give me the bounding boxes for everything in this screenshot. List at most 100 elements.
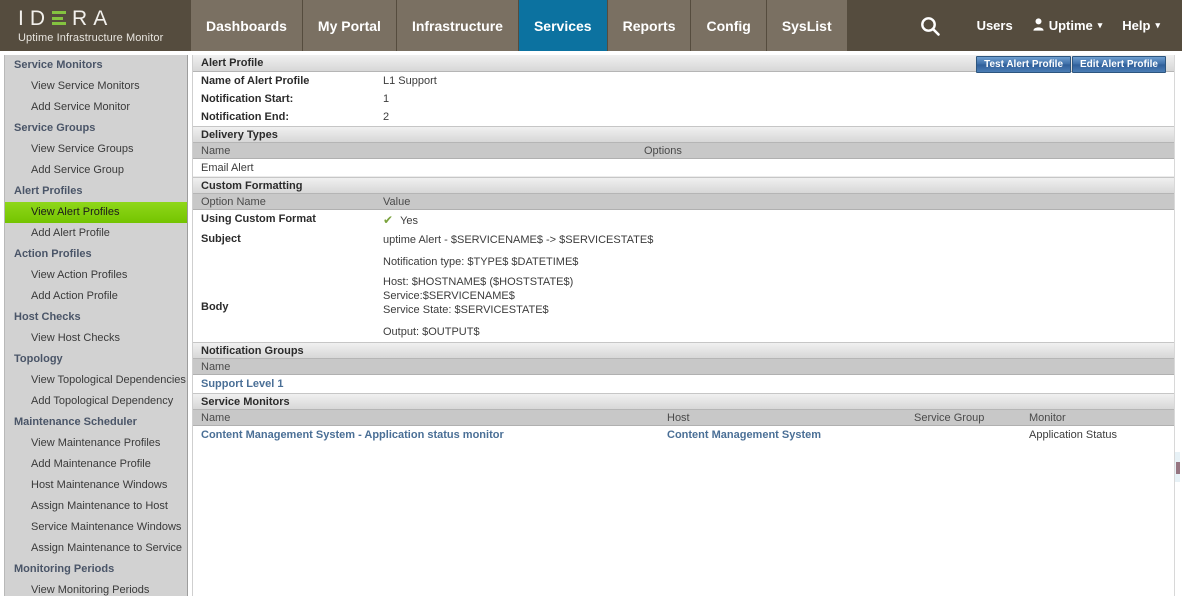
sidebar-group-action-profiles: Action Profiles — [14, 248, 92, 260]
sidebar-group-alert-profiles: Alert Profiles — [14, 185, 83, 197]
nav-tab-services[interactable]: Services — [518, 0, 608, 51]
field-label-subject: Subject — [201, 233, 241, 245]
field-label-name-of-alert-profile: Name of Alert Profile — [201, 75, 310, 87]
nav-tab-infrastructure[interactable]: Infrastructure — [396, 0, 519, 51]
field-label-notification-end: Notification End: — [201, 111, 289, 123]
account-menu[interactable]: Uptime ▾ — [1025, 17, 1111, 34]
field-label-using-custom-format: Using Custom Format — [201, 213, 316, 225]
notification-group-link[interactable]: Support Level 1 — [201, 375, 284, 393]
logo-letter-d: D — [29, 6, 52, 30]
help-label: Help — [1122, 18, 1151, 33]
sidebar-item-view-alert-profiles[interactable]: View Alert Profiles — [5, 202, 187, 223]
body-line-2: Service:$SERVICENAME$ — [383, 290, 515, 302]
sidebar-item-view-action-profiles[interactable]: View Action Profiles — [5, 265, 187, 286]
section-header-delivery-types: Delivery Types — [193, 126, 1174, 143]
header-utility-bar: Users Uptime ▾ Help ▾ — [915, 0, 1182, 51]
nav-tab-dashboards[interactable]: Dashboards — [190, 0, 303, 51]
sidebar-item-view-host-checks[interactable]: View Host Checks — [5, 328, 187, 349]
table-row-delivery-type: Email Alert — [193, 159, 1174, 177]
field-value-name-of-alert-profile: L1 Support — [383, 75, 437, 87]
sidebar-item-add-topological-dependency[interactable]: Add Topological Dependency — [5, 391, 187, 412]
body-line-1: Host: $HOSTNAME$ ($HOSTSTATE$) — [383, 276, 574, 288]
logo-wordmark: IDRA — [18, 8, 190, 29]
column-label-sm-host: Host — [667, 412, 690, 424]
service-monitor-host-link[interactable]: Content Management System — [667, 426, 821, 444]
section-header-alert-profile: Alert Profile Test Alert Profile Edit Al… — [193, 55, 1174, 73]
users-link[interactable]: Users — [969, 18, 1021, 33]
sidebar-item-add-maintenance-profile[interactable]: Add Maintenance Profile — [5, 454, 187, 475]
column-label-sm-service-group: Service Group — [914, 412, 985, 424]
sidebar-group-service-groups: Service Groups — [14, 122, 96, 134]
sidebar-item-view-monitoring-periods[interactable]: View Monitoring Periods — [5, 580, 187, 596]
person-icon — [1033, 17, 1044, 34]
edit-alert-profile-button[interactable]: Edit Alert Profile — [1072, 56, 1166, 73]
sidebar-item-add-service-group[interactable]: Add Service Group — [5, 160, 187, 181]
field-label-notification-start: Notification Start: — [201, 93, 294, 105]
main-navigation: Dashboards My Portal Infrastructure Serv… — [190, 0, 848, 51]
sidebar-item-add-service-monitor[interactable]: Add Service Monitor — [5, 97, 187, 118]
column-label-sm-name: Name — [201, 412, 231, 424]
sidebar-item-assign-maintenance-to-service[interactable]: Assign Maintenance to Service — [5, 538, 187, 559]
column-label-value: Value — [383, 196, 411, 208]
section-header-custom-formatting: Custom Formatting — [193, 177, 1174, 194]
column-label-sm-monitor: Monitor — [1029, 412, 1066, 424]
sidebar-item-view-topological-dependencies[interactable]: View Topological Dependencies — [5, 370, 187, 391]
service-monitor-monitor: Application Status — [1029, 429, 1118, 441]
field-value-notification-end: 2 — [383, 111, 390, 123]
body-output-line: Output: $OUTPUT$ — [383, 326, 480, 338]
field-value-using-custom-format: ✔ Yes — [383, 210, 418, 230]
sidebar-item-service-maintenance-windows[interactable]: Service Maintenance Windows — [5, 517, 187, 538]
section-title-alert-profile: Alert Profile — [201, 57, 264, 69]
nav-tab-syslist[interactable]: SysList — [766, 0, 848, 51]
nav-tab-reports[interactable]: Reports — [607, 0, 692, 51]
logo-subtitle: Uptime Infrastructure Monitor — [18, 31, 164, 44]
sidebar-group-topology: Topology — [14, 353, 63, 365]
logo-letter-r: R — [72, 6, 94, 30]
service-monitor-name-link[interactable]: Content Management System - Application … — [201, 426, 504, 444]
right-edge-widget-marker[interactable] — [1176, 462, 1180, 474]
field-label-body: Body — [201, 301, 229, 313]
panel-action-buttons: Test Alert Profile Edit Alert Profile — [976, 56, 1166, 73]
logo-letter-a: A — [93, 6, 114, 30]
column-header-notification-groups: Name — [193, 359, 1174, 375]
field-value-subject: uptime Alert - $SERVICENAME$ -> $SERVICE… — [383, 230, 653, 272]
column-label-notification-name: Name — [201, 361, 231, 373]
section-title-delivery-types: Delivery Types — [201, 129, 278, 141]
sidebar-item-add-action-profile[interactable]: Add Action Profile — [5, 286, 187, 307]
main-content: Alert Profile Test Alert Profile Edit Al… — [192, 55, 1174, 596]
chevron-down-icon-help: ▾ — [1155, 20, 1160, 30]
field-row-subject: Subject uptime Alert - $SERVICENAME$ -> … — [193, 230, 1174, 272]
nav-tab-my-portal[interactable]: My Portal — [302, 0, 397, 51]
chevron-down-icon: ▾ — [1097, 20, 1103, 30]
sidebar-group-monitoring-periods: Monitoring Periods — [14, 563, 115, 575]
column-label-name: Name — [201, 145, 231, 157]
column-label-option-name: Option Name — [201, 196, 266, 208]
field-value-notification-start: 1 — [383, 93, 390, 105]
field-value-body: Host: $HOSTNAME$ ($HOSTSTATE$) Service:$… — [383, 272, 573, 342]
sidebar-navigation: Service Monitors View Service Monitors A… — [4, 55, 188, 596]
body-line-3: Service State: $SERVICESTATE$ — [383, 304, 549, 316]
field-row-name-of-alert-profile: Name of Alert Profile L1 Support — [193, 72, 1174, 90]
sidebar-item-view-maintenance-profiles[interactable]: View Maintenance Profiles — [5, 433, 187, 454]
section-title-custom-formatting: Custom Formatting — [201, 180, 303, 192]
table-row-service-monitor[interactable]: Content Management System - Application … — [193, 426, 1174, 444]
column-header-delivery-types: Name Options — [193, 143, 1174, 159]
sidebar-item-add-alert-profile[interactable]: Add Alert Profile — [5, 223, 187, 244]
search-icon[interactable] — [915, 11, 945, 41]
sidebar-item-assign-maintenance-to-host[interactable]: Assign Maintenance to Host — [5, 496, 187, 517]
section-header-notification-groups: Notification Groups — [193, 342, 1174, 359]
test-alert-profile-button[interactable]: Test Alert Profile — [976, 56, 1072, 73]
nav-tab-config[interactable]: Config — [691, 0, 767, 51]
table-row-notification-group[interactable]: Support Level 1 — [193, 375, 1174, 393]
sidebar-group-service-monitors: Service Monitors — [14, 59, 103, 71]
logo-letter-i: I — [18, 6, 30, 30]
subject-line-1: uptime Alert - $SERVICENAME$ -> $SERVICE… — [383, 234, 654, 246]
sidebar-item-view-service-groups[interactable]: View Service Groups — [5, 139, 187, 160]
app-logo[interactable]: IDRA Uptime Infrastructure Monitor — [0, 0, 190, 51]
sidebar-item-host-maintenance-windows[interactable]: Host Maintenance Windows — [5, 475, 187, 496]
sidebar-item-view-service-monitors[interactable]: View Service Monitors — [5, 76, 187, 97]
help-menu[interactable]: Help ▾ — [1114, 18, 1168, 33]
sidebar-group-maintenance-scheduler: Maintenance Scheduler — [14, 416, 137, 428]
using-custom-format-text: Yes — [400, 215, 419, 227]
